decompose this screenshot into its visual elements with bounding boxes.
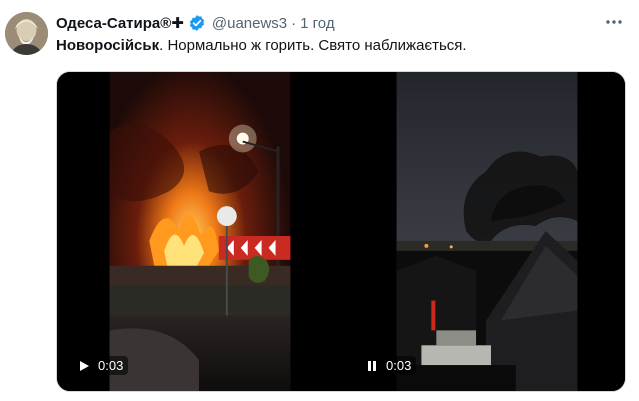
video-player-2[interactable]: 0:03 [344, 72, 625, 391]
tweet-timestamp[interactable]: 1 год [300, 15, 334, 32]
tweet-header: Одеса-Сатира®✚ @uanews3 · 1 год [56, 13, 335, 33]
video-frame-fire [109, 72, 291, 391]
tweet-text: Новоросійськ. Нормально ж горить. Свято … [56, 37, 467, 54]
tweet-location[interactable]: Новоросійськ [56, 37, 159, 54]
video-control-1[interactable]: 0:03 [73, 356, 129, 375]
video-duration-1: 0:03 [98, 358, 124, 373]
avatar[interactable] [5, 12, 48, 55]
video-control-2[interactable]: 0:03 [361, 356, 417, 375]
tweet-body: . Нормально ж горить. Свято наближається… [159, 37, 467, 54]
author-handle[interactable]: @uanews3 [212, 15, 287, 32]
verified-badge-icon [188, 14, 206, 32]
separator-dot: · [291, 14, 297, 32]
more-options-icon[interactable] [601, 12, 627, 32]
video-player-1[interactable]: 0:03 [57, 72, 340, 391]
pause-icon[interactable] [366, 360, 378, 372]
media-grid: 0:03 0:03 [56, 71, 626, 392]
author-name[interactable]: Одеса-Сатира®✚ [56, 14, 184, 32]
video-frame-smoke [396, 72, 578, 391]
tweet[interactable]: Одеса-Сатира®✚ @uanews3 · 1 год Новоросі… [0, 0, 639, 401]
play-icon[interactable] [78, 360, 90, 372]
video-duration-2: 0:03 [386, 358, 412, 373]
